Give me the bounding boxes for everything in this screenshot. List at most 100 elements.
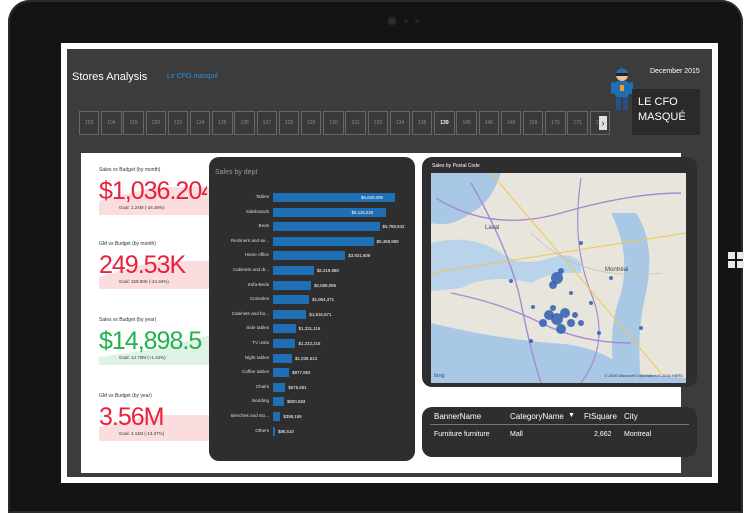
bar[interactable] xyxy=(273,426,275,436)
kpi-goal: Goal: 4.11M (-13.37%) xyxy=(119,431,165,436)
bar[interactable] xyxy=(273,368,290,378)
cfo-masque-logo: LE CFO MASQUÉ xyxy=(632,89,700,135)
bar[interactable] xyxy=(273,397,285,407)
cell-bannername: Furniture furniture xyxy=(434,431,490,438)
chart-title: Sales by dept xyxy=(215,169,258,176)
slicer-tile-129[interactable]: 129 xyxy=(301,111,322,135)
bar[interactable] xyxy=(273,412,281,421)
bar-value-label: $1,964,371 xyxy=(312,297,335,303)
column-header-bannername[interactable]: BannerName xyxy=(434,412,481,421)
report-subtitle-link[interactable]: Le CFO masqué xyxy=(167,73,218,80)
slicer-tile-135[interactable]: 135 xyxy=(412,111,433,135)
slicer-tile-139[interactable]: 139 xyxy=(434,111,455,135)
column-header-categoryname[interactable]: CategoryName xyxy=(510,412,564,421)
slicer-tile-104[interactable]: 104 xyxy=(101,111,122,135)
slicer-tile-145[interactable]: 145 xyxy=(456,111,477,135)
kpi-sales-month[interactable]: Sales vs Budget (by month) $1,036.204 Go… xyxy=(99,167,211,219)
bar[interactable] xyxy=(273,324,296,334)
bar-category-label: Consoles xyxy=(249,296,269,302)
map-place-montreal: Montréal xyxy=(605,267,629,273)
sales-by-dept-chart[interactable]: Sales by dept Tables $6,630,096 Sideboards… xyxy=(209,157,415,461)
report-date: December 2015 xyxy=(650,68,700,75)
kpi-gm-year[interactable]: GM vs Budget (by year) 3.56M Goal: 4.11M… xyxy=(99,393,211,445)
slicer-tile-120[interactable]: 120 xyxy=(145,111,167,135)
map-title: Sales by Postal Code xyxy=(432,163,480,169)
slicer-tile-171[interactable]: 171 xyxy=(567,111,588,135)
slicer-tile-119[interactable]: 119 xyxy=(123,111,144,135)
slicer-tile-148[interactable]: 148 xyxy=(500,111,522,135)
kpi-goal: Goal: 329.80K (-24.34%) xyxy=(119,279,169,284)
bar-value-label: $86,510 xyxy=(278,428,294,434)
slicer-tile-130[interactable]: 130 xyxy=(323,111,344,135)
map-drawing xyxy=(431,173,686,383)
windows-logo-icon[interactable] xyxy=(728,252,744,268)
slicer-tile-131[interactable]: 131 xyxy=(345,111,366,135)
bar-value-label: $6,630,096 xyxy=(361,195,383,200)
visuals-area: Sales vs Budget (by month) $1,036.204 Go… xyxy=(81,153,697,473)
kpi-gm-month[interactable]: GM vs Budget (by month) 249.53K Goal: 32… xyxy=(99,241,211,293)
bar-category-label: Coffee tables xyxy=(242,369,269,375)
store-detail-table[interactable]: BannerName CategoryName ▼ FtSquare City … xyxy=(422,407,697,457)
bar[interactable] xyxy=(273,309,307,319)
report-canvas: Stores Analysis Le CFO masqué December 2… xyxy=(67,49,712,477)
slicer-tile-126[interactable]: 126 xyxy=(234,111,255,135)
map-canvas[interactable]: Laval Montréal bing © 2016 Microsoft Cor… xyxy=(431,173,686,383)
slicer-tile-125[interactable]: 125 xyxy=(212,111,233,135)
slicer-tile-146[interactable]: 146 xyxy=(478,111,500,135)
slicer-next-button[interactable]: › xyxy=(599,116,607,130)
bar[interactable] xyxy=(273,353,293,363)
column-header-ftsquare[interactable]: FtSquare xyxy=(584,412,617,421)
kpi-label: GM vs Budget (by year) xyxy=(99,393,152,399)
column-header-city[interactable]: City xyxy=(624,412,638,421)
cell-ftsquare: 2,662 xyxy=(594,431,612,438)
bar-value-label: $675,651 xyxy=(288,384,307,390)
cell-categoryname: Mall xyxy=(510,431,523,438)
bar-category-label: Home office xyxy=(244,252,269,258)
slicer-tile-159[interactable]: 159 xyxy=(523,111,544,135)
bar[interactable] xyxy=(273,266,314,275)
bar-category-label: Others xyxy=(255,427,269,433)
bar[interactable] xyxy=(273,222,380,232)
slicer-tile-122[interactable]: 122 xyxy=(167,111,189,135)
bar-value-label: $2,069,086 xyxy=(314,282,337,288)
sensor-dot xyxy=(415,19,419,23)
kpi-label: Sales vs Budget (by year) xyxy=(99,317,157,323)
bar[interactable] xyxy=(273,251,346,261)
bing-logo: bing xyxy=(434,373,445,379)
slicer-tile-132[interactable]: 132 xyxy=(367,111,389,135)
bar-category-label: Benches and sto... xyxy=(230,413,269,418)
sales-by-postal-code-map[interactable]: Sales by Postal Code Laval Montréal bing… xyxy=(422,157,697,387)
bar-value-label: $3,931,609 xyxy=(348,253,371,259)
bar-category-label: Side tables xyxy=(246,325,269,331)
camera-lens xyxy=(388,17,396,25)
slicer-tile-124[interactable]: 124 xyxy=(190,111,211,135)
slicer-tile-170[interactable]: 170 xyxy=(545,111,566,135)
slicer-tile-103[interactable]: 103 xyxy=(79,111,100,135)
bar[interactable] xyxy=(273,295,310,305)
kpi-sales-year[interactable]: Sales vs Budget (by year) $14,898.5 Goal… xyxy=(99,317,211,369)
store-slicer: 103 104 119 120 122 124 125 126 127 128 129 130 131 1… xyxy=(79,111,612,135)
bar[interactable] xyxy=(273,382,286,392)
bar-value-label: $398,159 xyxy=(283,414,302,419)
map-attribution: © 2016 Microsoft Corporation © 2016 HERE xyxy=(604,373,683,378)
bar-value-label: $5,788,942 xyxy=(382,224,405,230)
slicer-tile-128[interactable]: 128 xyxy=(278,111,300,135)
bar[interactable] xyxy=(273,280,312,290)
bar-category-label: Tables xyxy=(255,194,269,199)
bar[interactable] xyxy=(273,339,296,348)
kpi-value: 3.56M xyxy=(99,403,164,431)
cell-city: Montreal xyxy=(624,431,652,438)
slicer-tile-134[interactable]: 134 xyxy=(389,111,411,135)
bar-value-label: $600,683 xyxy=(287,399,306,405)
tablet-frame: Stores Analysis Le CFO masqué December 2… xyxy=(8,0,743,513)
sort-desc-icon[interactable]: ▼ xyxy=(568,412,575,419)
sensor-dot xyxy=(404,19,408,23)
bar-category-label: Cabinets and dr... xyxy=(232,267,269,272)
kpi-value: $14,898.5 xyxy=(99,327,202,355)
bar[interactable] xyxy=(273,236,374,246)
slicer-tile-127[interactable]: 127 xyxy=(256,111,278,135)
kpi-label: Sales vs Budget (by month) xyxy=(99,167,161,173)
kpi-label: GM vs Budget (by month) xyxy=(99,241,156,247)
bar-category-label: Sofa-Beds xyxy=(247,281,269,287)
logo-line-2: MASQUÉ xyxy=(638,111,686,123)
